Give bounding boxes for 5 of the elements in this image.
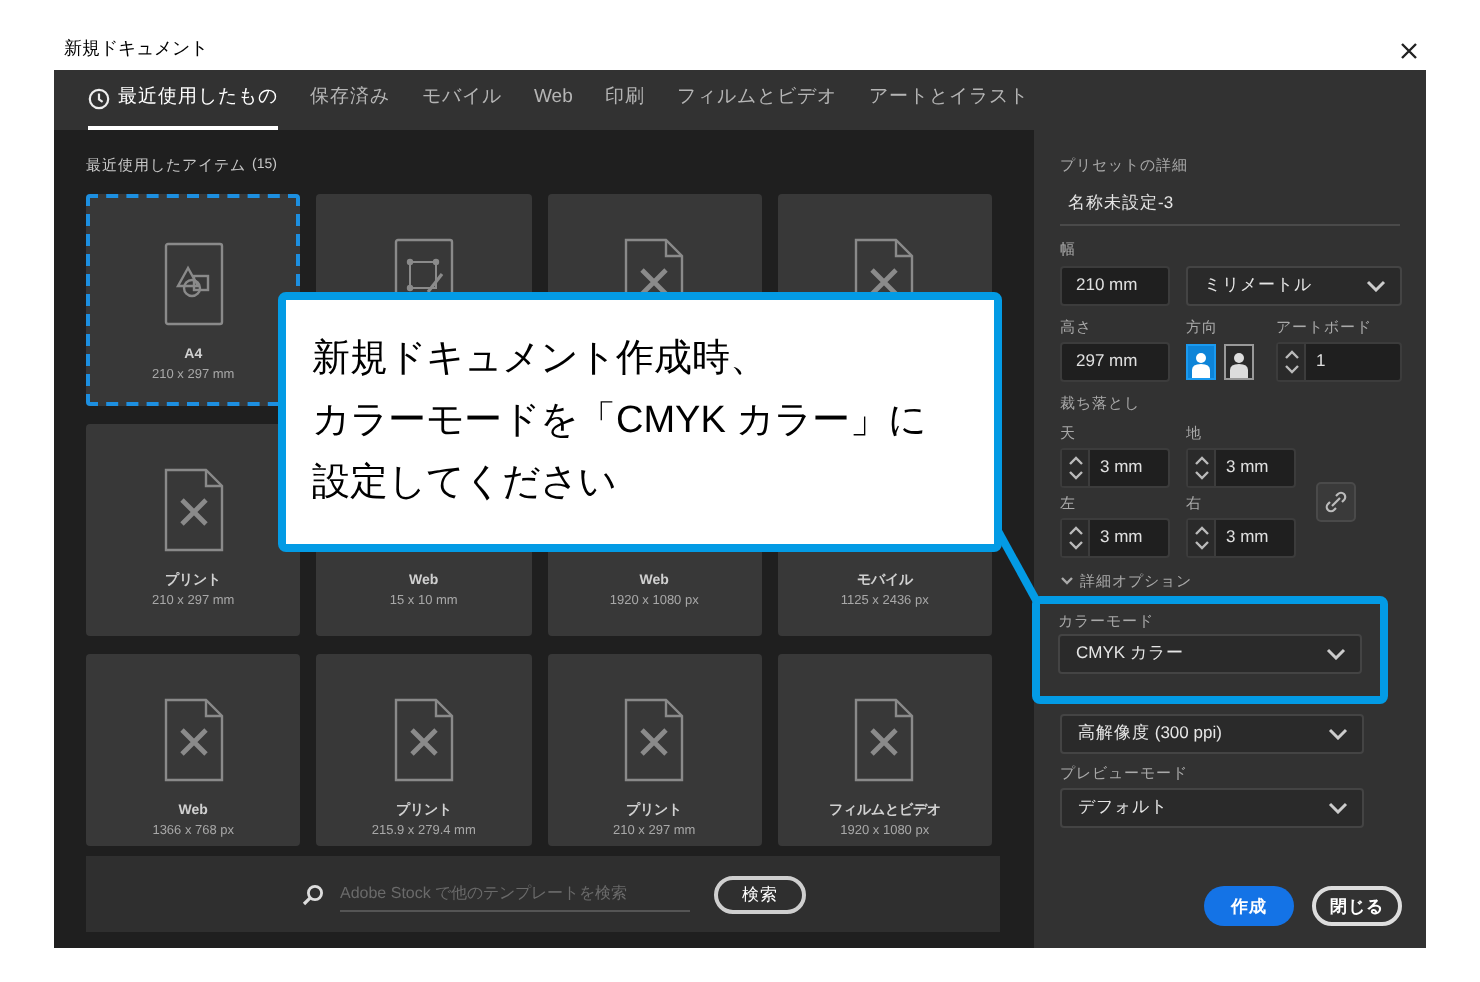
callout-text: 新規ドキュメント作成時、	[312, 336, 768, 384]
window-title: 新規ドキュメント	[64, 36, 208, 63]
callout-text: カラーモードを「CMYK カラー」に	[312, 398, 927, 446]
preset-name: 名称未設定-3	[1060, 190, 1400, 226]
callout-text: 設定してください	[312, 460, 616, 508]
